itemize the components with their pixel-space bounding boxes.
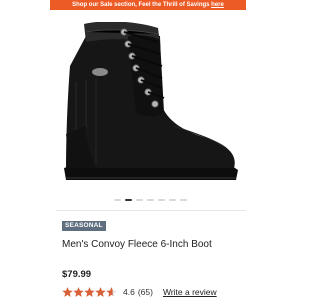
carousel-dot[interactable] <box>146 199 154 201</box>
carousel-dot[interactable] <box>135 199 143 201</box>
product-image[interactable] <box>56 22 246 192</box>
carousel-dot[interactable] <box>179 199 187 201</box>
rating-row: 4.6 (65) Write a review <box>62 286 217 298</box>
stars-icon <box>62 286 117 297</box>
product-title: Men's Convoy Fleece 6-Inch Boot <box>62 239 212 250</box>
write-review-link[interactable]: Write a review <box>163 287 217 297</box>
carousel-dot[interactable] <box>157 199 165 201</box>
image-carousel-dots[interactable] <box>100 199 200 203</box>
carousel-dot-active[interactable] <box>124 199 132 201</box>
promo-link[interactable]: here <box>211 2 224 8</box>
rating-value: 4.6 <box>123 287 135 297</box>
carousel-dot[interactable] <box>113 199 121 201</box>
divider <box>56 210 246 211</box>
star-rating <box>62 286 117 298</box>
carousel-dot[interactable] <box>168 199 176 201</box>
star-filled <box>84 286 95 297</box>
star-filled <box>62 286 73 297</box>
boot-logo <box>92 68 108 76</box>
promo-banner[interactable]: Shop our Sale section, Feel the Thrill o… <box>50 0 246 10</box>
promo-text: Shop our Sale section, Feel the Thrill o… <box>72 2 212 8</box>
review-count[interactable]: (65) <box>138 287 153 297</box>
product-price: $79.99 <box>62 269 92 280</box>
seasonal-badge: SEASONAL <box>62 221 106 231</box>
product-page: Shop our Sale section, Feel the Thrill o… <box>0 0 300 300</box>
star-filled <box>73 286 84 297</box>
star-filled <box>95 286 106 297</box>
